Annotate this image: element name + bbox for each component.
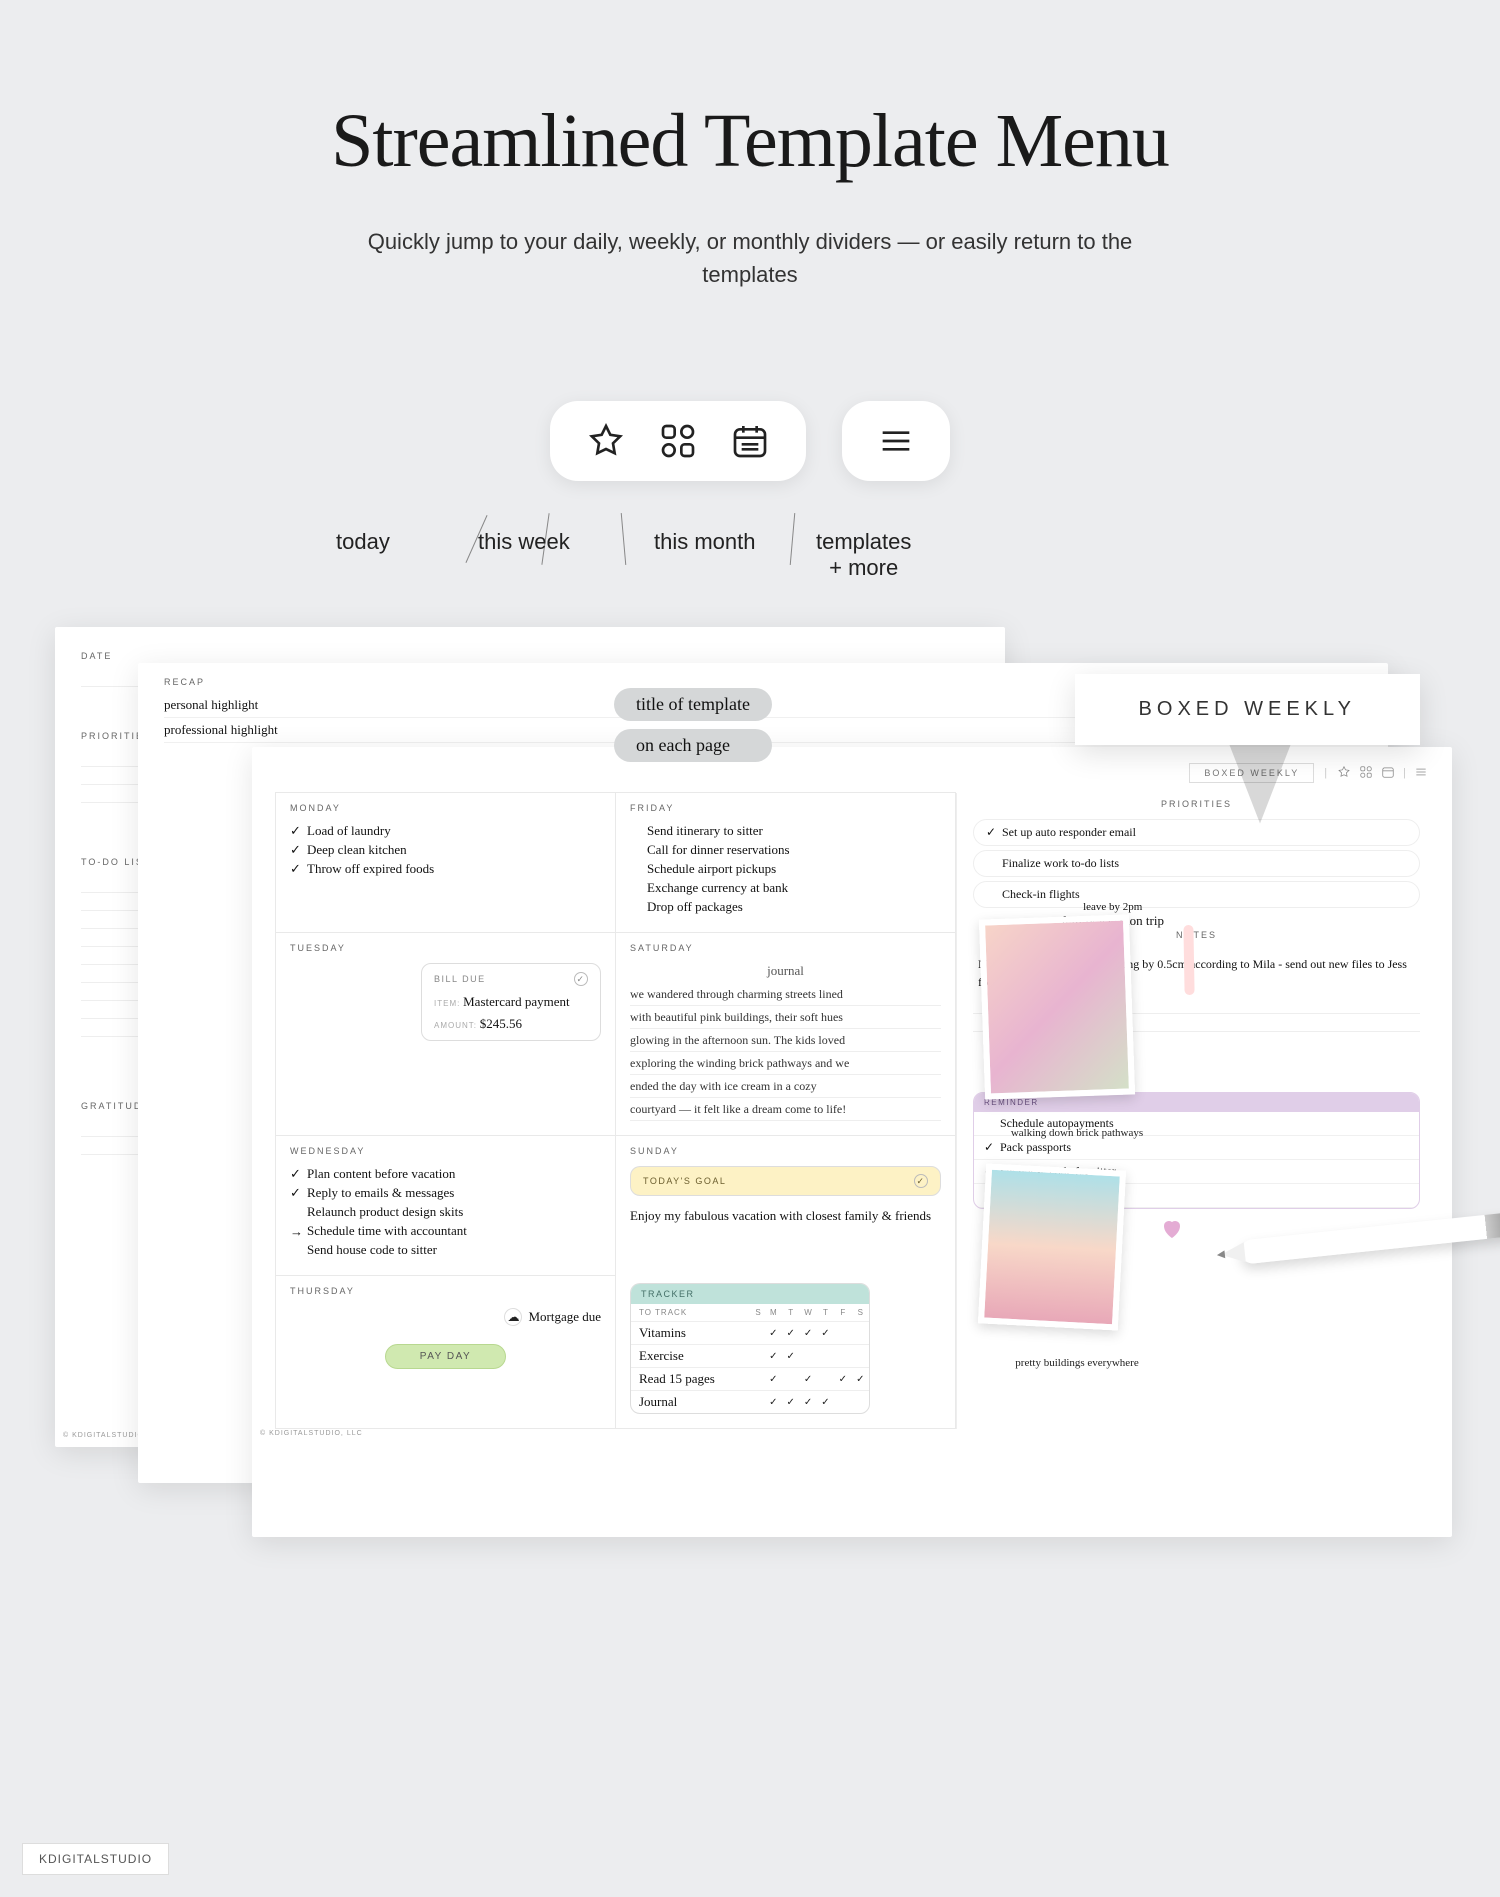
menu-hamburger-pill [842, 401, 950, 481]
tuesday-block: TUESDAY BILL DUE ✓ ITEM: Mastercard payme… [275, 932, 616, 1136]
task-item[interactable]: →Schedule time with accountant [290, 1223, 601, 1239]
tracker-row[interactable]: Vitamins✓✓✓✓ [631, 1322, 869, 1345]
tracker-row[interactable]: Read 15 pages✓✓✓✓ [631, 1368, 869, 1391]
photo1-caption: walking down brick pathways [982, 1127, 1172, 1139]
task-item[interactable]: ✓Throw off expired foods [290, 861, 601, 877]
modules-icon[interactable] [656, 419, 700, 463]
monday-block: MONDAY ✓Load of laundry ✓Deep clean kitch… [275, 792, 616, 933]
wednesday-block: WEDNESDAY ✓Plan content before vacation ✓… [275, 1135, 616, 1276]
task-item[interactable]: ✓Deep clean kitchen [290, 842, 601, 858]
journal-line: with beautiful pink buildings, their sof… [630, 1006, 941, 1029]
task-item[interactable]: Drop off packages [630, 899, 941, 915]
sunday-title: SUNDAY [630, 1146, 941, 1156]
journal-line: glowing in the afternoon sun. The kids l… [630, 1029, 941, 1052]
task-item[interactable]: Send house code to sitter [290, 1242, 601, 1258]
priority-item[interactable]: ✓Set up auto responder email [973, 819, 1420, 846]
monday-title: MONDAY [290, 803, 601, 813]
journal-line: ended the day with ice cream in a cozy [630, 1075, 941, 1098]
menu-main-pill [550, 401, 806, 481]
boxed-weekly-page: BOXED WEEKLY | | MONDAY ✓Load of laundry… [252, 747, 1452, 1537]
goal-label: TODAY'S GOAL [643, 1176, 726, 1186]
label-this-month: this month [654, 529, 756, 555]
mini-toolbar: | [1337, 765, 1428, 782]
hamburger-icon[interactable] [874, 419, 918, 463]
sunday-block: SUNDAY TODAY'S GOAL ✓ Enjoy my fabulous v… [615, 1135, 956, 1276]
journal-line: courtyard — it felt like a dream come to… [630, 1098, 941, 1121]
journal-title: journal [630, 963, 941, 979]
tracker-row[interactable]: Exercise✓✓ [631, 1345, 869, 1368]
photo-2 [978, 1163, 1126, 1330]
bill-item: Mastercard payment [463, 994, 569, 1009]
wednesday-title: WEDNESDAY [290, 1146, 601, 1156]
footer-badge: KDIGITALSTUDIO [22, 1843, 169, 1875]
mini-modules-icon[interactable] [1359, 765, 1373, 782]
goal-check[interactable]: ✓ [914, 1174, 928, 1188]
mortgage-text: Mortgage due [528, 1309, 601, 1325]
payday-badge: PAY DAY [385, 1344, 506, 1369]
goal-card: TODAY'S GOAL ✓ [630, 1166, 941, 1196]
photo-1 [979, 914, 1135, 1099]
task-item[interactable]: ✓Plan content before vacation [290, 1166, 601, 1182]
goal-text: Enjoy my fabulous vacation with closest … [630, 1206, 941, 1227]
tracker-card: TRACKER TO TRACKSMTWTFSVitamins✓✓✓✓Exerc… [630, 1283, 870, 1414]
pill-each-page: on each page [614, 729, 772, 762]
task-item[interactable]: ✓Reply to emails & messages [290, 1185, 601, 1201]
tracker-label: TRACKER [631, 1284, 869, 1304]
bill-item-label: ITEM: [434, 999, 460, 1008]
task-item[interactable]: Exchange currency at bank [630, 880, 941, 896]
friday-title: FRIDAY [630, 803, 941, 813]
kds-copyright-3: © KDIGITALSTUDIO, LLC [260, 1430, 363, 1437]
task-item[interactable]: Call for dinner reservations [630, 842, 941, 858]
tuesday-title: TUESDAY [290, 943, 601, 953]
boxed-weekly-callout: BOXED WEEKLY [1075, 674, 1420, 745]
hero-title: Streamlined Template Menu [0, 98, 1500, 185]
pill-title: title of template [614, 688, 772, 721]
thursday-title: THURSDAY [290, 1286, 601, 1296]
mini-calendar-icon[interactable] [1381, 765, 1395, 782]
title-pills: title of template on each page [614, 688, 772, 762]
task-item[interactable]: Relaunch product design skits [290, 1204, 601, 1220]
task-item[interactable]: ✓Load of laundry [290, 823, 601, 839]
saturday-title: SATURDAY [630, 943, 941, 953]
bill-amount: $245.56 [480, 1016, 522, 1031]
task-item[interactable]: Schedule airport pickups [630, 861, 941, 877]
menu-row [0, 401, 1500, 481]
bill-card: BILL DUE ✓ ITEM: Mastercard payment AMOUN… [421, 963, 601, 1041]
mini-star-icon[interactable] [1337, 765, 1351, 782]
heart-sticker [1160, 1217, 1184, 1241]
hero-subtitle: Quickly jump to your daily, weekly, or m… [340, 225, 1160, 291]
friday-block: FRIDAY Send itinerary to sitter Call for … [615, 792, 956, 933]
bill-check[interactable]: ✓ [574, 972, 588, 986]
journal-line: exploring the winding brick pathways and… [630, 1052, 941, 1075]
tracker-row[interactable]: Journal✓✓✓✓ [631, 1391, 869, 1414]
photo2-caption: pretty buildings everywhere [982, 1357, 1172, 1369]
tracker-block: TRACKER TO TRACKSMTWTFSVitamins✓✓✓✓Exerc… [615, 1275, 956, 1429]
label-templates: templates + more [816, 529, 911, 581]
mortgage-tag: ☁ Mortgage due [504, 1308, 601, 1326]
arrow-shadow [1200, 738, 1320, 828]
priorities-label: PRIORITIES [973, 799, 1420, 809]
saturday-block: SATURDAY journal we wandered through cha… [615, 932, 956, 1136]
bill-label: BILL DUE [434, 974, 486, 984]
label-this-week: this week [478, 529, 570, 555]
sticky-tab [1183, 925, 1194, 995]
star-icon[interactable] [584, 419, 628, 463]
journal-line: we wandered through charming streets lin… [630, 983, 941, 1006]
bill-amount-label: AMOUNT: [434, 1021, 477, 1030]
photo-column: walking down brick pathways pretty build… [982, 917, 1172, 1369]
task-item[interactable]: Send itinerary to sitter [630, 823, 941, 839]
cloud-icon: ☁ [504, 1308, 522, 1326]
menu-labels: today this week this month templates + m… [0, 529, 1500, 609]
priority-item[interactable]: Finalize work to-do lists [973, 850, 1420, 877]
label-today: today [336, 529, 390, 555]
calendar-icon[interactable] [728, 419, 772, 463]
mini-hamburger-icon[interactable] [1414, 765, 1428, 782]
thursday-block: THURSDAY ☁ Mortgage due PAY DAY [275, 1275, 616, 1429]
leave-time: leave by 2pm [1061, 901, 1164, 913]
priority-item[interactable]: Check-in flights [973, 881, 1420, 908]
